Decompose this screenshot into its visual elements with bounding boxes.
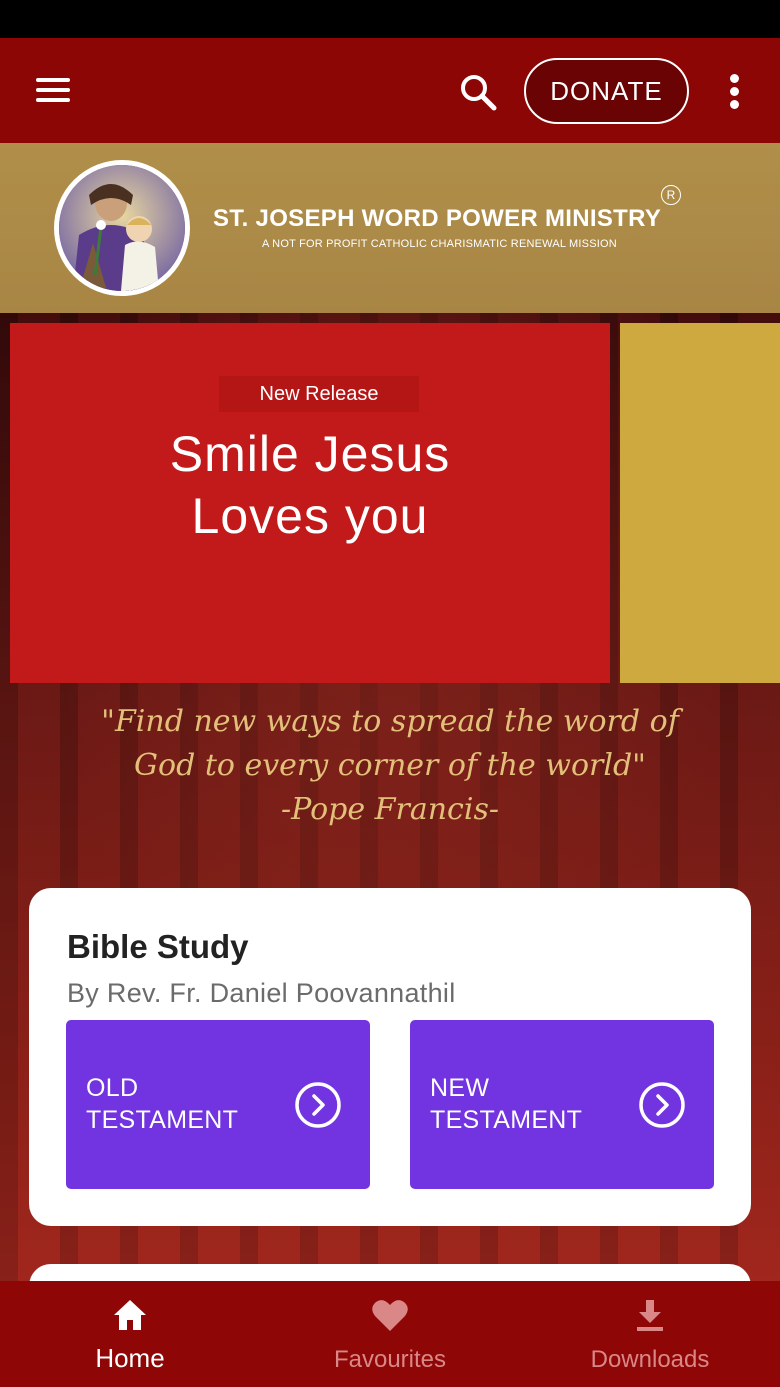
home-icon [114, 1300, 146, 1330]
carousel-slide-next[interactable] [620, 323, 780, 683]
slide-title: Smile Jesus Loves you [10, 423, 610, 547]
quote-author: -Pope Francis- [281, 792, 499, 827]
carousel-slide-new-release[interactable]: New Release Smile Jesus Loves you [10, 323, 610, 683]
new-testament-label-line-1: NEW [430, 1074, 490, 1102]
nav-favourites-label: Favourites [333, 1346, 447, 1373]
ministry-tagline: A NOT FOR PROFIT CATHOLIC CHARISMATIC RE… [262, 238, 617, 250]
status-bar [0, 0, 780, 38]
old-testament-label-line-2: TESTAMENT [86, 1106, 239, 1134]
quote-line-2: God to every corner of the world" [134, 748, 646, 783]
nav-favourites[interactable]: Favourites [260, 1281, 520, 1387]
quote-line-1: "Find new ways to spread the word of [101, 704, 679, 739]
registered-mark: R [661, 185, 681, 205]
search-icon[interactable] [458, 72, 498, 112]
ministry-name: ST. JOSEPH WORD POWER MINISTRY [213, 205, 662, 232]
download-icon [637, 1300, 663, 1331]
chevron-right-circle-icon [295, 1082, 341, 1128]
nav-home[interactable]: Home [0, 1281, 260, 1387]
new-testament-label: NEW TESTAMENT [430, 1072, 620, 1136]
slide-title-line-2: Loves you [191, 488, 429, 544]
app-bar: DONATE [0, 38, 780, 143]
heart-icon [372, 1300, 408, 1331]
old-testament-label: OLD TESTAMENT [86, 1072, 276, 1136]
pope-quote: "Find new ways to spread the word of God… [0, 700, 780, 832]
new-testament-label-line-2: TESTAMENT [430, 1106, 583, 1134]
bottom-navigation: Home Favourites Downloads [0, 1281, 780, 1387]
more-vertical-icon[interactable] [722, 74, 748, 110]
nav-downloads-label: Downloads [590, 1346, 710, 1373]
old-testament-label-line-1: OLD [86, 1074, 139, 1102]
chevron-right-circle-icon [639, 1082, 685, 1128]
new-release-badge: New Release [219, 376, 419, 412]
nav-downloads[interactable]: Downloads [520, 1281, 780, 1387]
donate-button[interactable]: DONATE [524, 58, 689, 124]
st-joseph-logo [54, 160, 190, 296]
brand-banner: ST. JOSEPH WORD POWER MINISTRY A NOT FOR… [0, 143, 780, 313]
menu-icon[interactable] [36, 78, 70, 102]
new-testament-button[interactable]: NEW TESTAMENT [410, 1020, 714, 1189]
bible-study-author: By Rev. Fr. Daniel Poovannathil [67, 978, 456, 1008]
bible-study-card: Bible Study By Rev. Fr. Daniel Poovannat… [29, 888, 751, 1226]
old-testament-button[interactable]: OLD TESTAMENT [66, 1020, 370, 1189]
nav-home-label: Home [95, 1343, 165, 1373]
bible-study-title: Bible Study [67, 928, 249, 965]
slide-title-line-1: Smile Jesus [169, 426, 451, 482]
